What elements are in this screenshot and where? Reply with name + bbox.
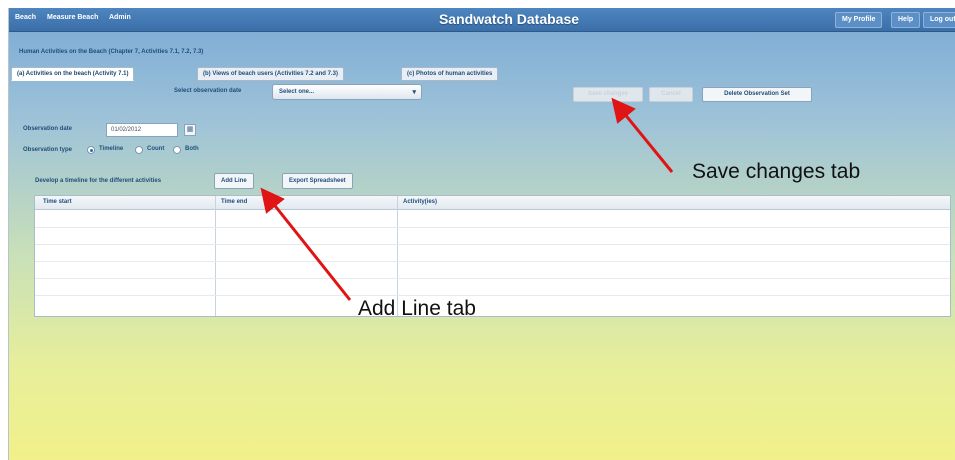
radio-count-label: Count (147, 146, 165, 152)
radio-count[interactable] (135, 146, 143, 154)
observation-date-label: Observation date (23, 126, 73, 132)
timeline-table: Time start Time end Activity(ies) (34, 195, 951, 317)
nav-link-measure-beach[interactable]: Measure Beach (47, 14, 98, 21)
annotation-add-line: Add Line tab (358, 297, 476, 320)
annotation-save-changes: Save changes tab (692, 160, 861, 183)
cancel-button[interactable]: Cancel (649, 87, 693, 102)
tab-activities-on-beach[interactable]: (a) Activities on the beach (Activity 7.… (11, 67, 135, 81)
help-button[interactable]: Help (891, 12, 921, 28)
radio-both-label: Both (185, 146, 199, 152)
export-spreadsheet-button[interactable]: Export Spreadsheet (282, 173, 353, 189)
column-header-activities: Activity(ies) (403, 199, 438, 205)
observation-date-select[interactable]: Select one... ▾ (272, 84, 422, 100)
nav-link-beach[interactable]: Beach (15, 14, 36, 21)
column-divider (215, 196, 216, 316)
section-heading: Human Activities on the Beach (Chapter 7… (19, 49, 204, 55)
radio-timeline[interactable] (87, 146, 95, 154)
table-row[interactable] (35, 227, 950, 228)
table-row[interactable] (35, 278, 950, 279)
table-row[interactable] (35, 261, 950, 262)
observation-date-select-label: Select observation date (174, 88, 242, 94)
top-navigation-bar: Beach Measure Beach Admin Sandwatch Data… (9, 8, 955, 32)
nav-link-admin[interactable]: Admin (109, 14, 131, 21)
table-header: Time start Time end Activity(ies) (35, 196, 950, 210)
tab-views-of-beach-users[interactable]: (b) Views of beach users (Activities 7.2… (197, 67, 344, 81)
observation-type-label: Observation type (23, 147, 73, 153)
calendar-icon[interactable]: ▦ (184, 124, 196, 136)
radio-both[interactable] (173, 146, 181, 154)
app-window: Beach Measure Beach Admin Sandwatch Data… (8, 8, 955, 460)
chevron-down-icon: ▾ (412, 89, 416, 96)
tab-photos-human-activities[interactable]: (c) Photos of human activities (401, 67, 499, 81)
delete-observation-set-button[interactable]: Delete Observation Set (702, 87, 812, 102)
save-changes-button[interactable]: Save changes (573, 87, 643, 102)
column-header-time-start: Time start (43, 199, 72, 205)
add-line-button[interactable]: Add Line (214, 173, 254, 189)
table-row[interactable] (35, 295, 950, 296)
observation-date-field[interactable]: 01/02/2012 (106, 123, 178, 137)
timeline-instructions: Develop a timeline for the different act… (35, 178, 162, 184)
table-row[interactable] (35, 244, 950, 245)
column-header-time-end: Time end (221, 199, 248, 205)
my-profile-button[interactable]: My Profile (835, 12, 883, 28)
log-out-button[interactable]: Log out (923, 12, 955, 28)
app-title: Sandwatch Database (438, 11, 580, 27)
radio-timeline-label: Timeline (99, 146, 124, 152)
observation-date-select-value: Select one... (279, 89, 315, 95)
